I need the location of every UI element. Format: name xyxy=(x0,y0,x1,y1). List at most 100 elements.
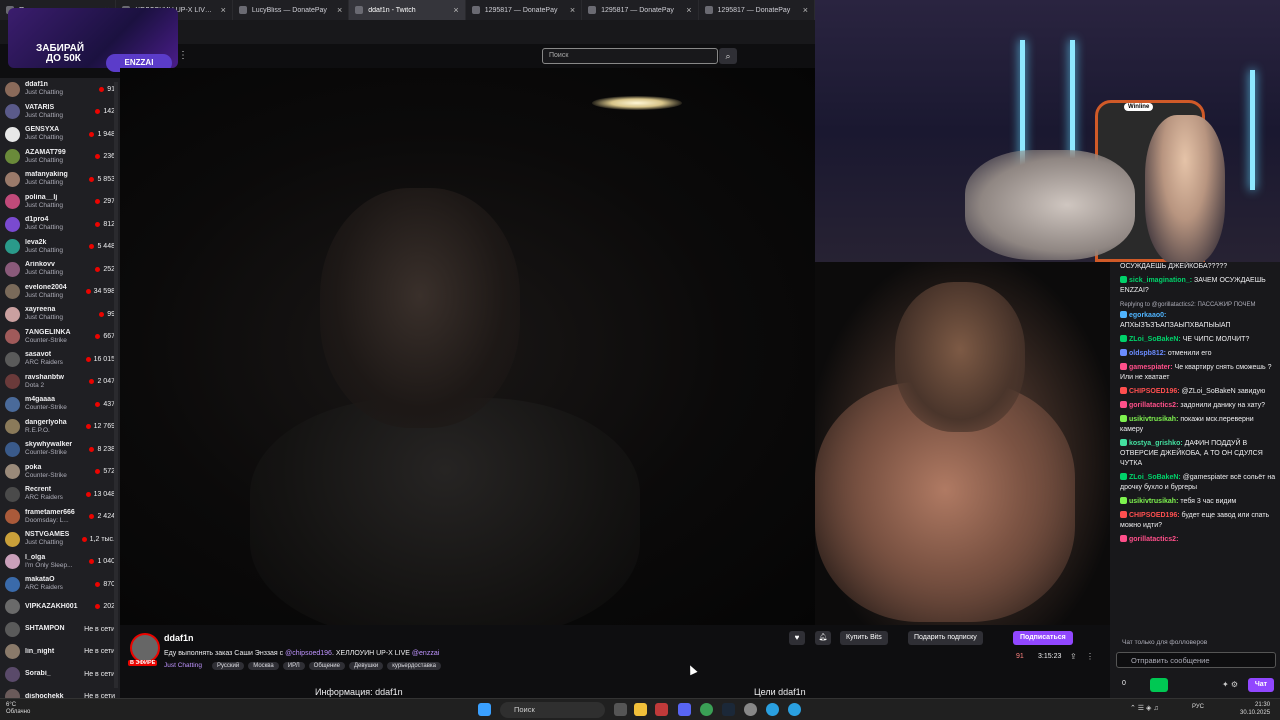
close-tab-icon[interactable]: × xyxy=(803,5,808,15)
sidebar-channel[interactable]: frametamer666 Doomsday: L... 2 424 xyxy=(0,506,120,529)
steam-icon[interactable] xyxy=(722,703,735,716)
sidebar-channel[interactable]: Arinkovv Just Chatting 252 xyxy=(0,258,120,281)
sidebar-channel[interactable]: d1pro4 Just Chatting 812 xyxy=(0,213,120,236)
chat-username[interactable]: ZLoi_SoBakeN: xyxy=(1129,474,1181,481)
chat-username[interactable]: ZLoi_SoBakeN: xyxy=(1129,336,1181,343)
windows-start-icon[interactable] xyxy=(478,703,491,716)
notification-bell-icon[interactable]: 🔔︎ xyxy=(815,631,831,645)
chat-message[interactable]: usikivtrusikah: покажи мск.переверни кам… xyxy=(1120,415,1276,435)
browser-tab[interactable]: 1295817 — DonatePay × xyxy=(699,0,815,20)
chat-message[interactable]: gamespiater: Че квартиру снять сможешь ?… xyxy=(1120,363,1276,383)
system-tray-icons[interactable]: ⌃ ☰ ◈ ♫ xyxy=(1130,704,1159,712)
chat-username[interactable]: usikivtrusikah: xyxy=(1129,498,1178,505)
follow-heart-icon[interactable]: ♥ xyxy=(789,631,805,645)
chrome-icon[interactable] xyxy=(700,703,713,716)
sidebar-channel[interactable]: NSTVGAMES Just Chatting 1,2 тыс. xyxy=(0,528,120,551)
more-menu-icon[interactable]: ⋮ xyxy=(178,50,188,61)
search-icon[interactable]: ⌕ xyxy=(719,48,737,64)
sidebar-channel[interactable]: VIPKAZAKH001 202 xyxy=(0,596,120,619)
chat-message[interactable]: ZLoi_SoBakeN: ЧЕ ЧИПС МОЛЧИТ? xyxy=(1120,335,1276,345)
sidebar-channel[interactable]: l_olga I'm Only Sleep... 1 040 xyxy=(0,551,120,574)
sidebar-channel[interactable]: VATARIS Just Chatting 142 xyxy=(0,101,120,124)
sidebar-channel[interactable]: AZAMAT799 Just Chatting 236 xyxy=(0,146,120,169)
file-explorer-icon[interactable] xyxy=(634,703,647,716)
browser-tab[interactable]: ddaf1n - Twitch × xyxy=(349,0,466,20)
shield-app-icon[interactable] xyxy=(655,703,668,716)
discord-icon[interactable] xyxy=(678,703,691,716)
chat-message[interactable]: kostya_grishko: ДАФИН ПОДДУЙ В ОТВЕРСИЕ … xyxy=(1120,439,1276,469)
close-tab-icon[interactable]: × xyxy=(221,5,226,15)
channel-points[interactable]: 0 xyxy=(1122,680,1126,687)
chat-username[interactable]: sick_imagination_: xyxy=(1129,277,1192,284)
chat-username[interactable]: gorillatactics2: xyxy=(1129,536,1178,543)
chat-username[interactable]: egorkaao0: xyxy=(1129,312,1166,319)
title-mention[interactable]: @enzzai xyxy=(412,650,439,657)
sidebar-channel[interactable]: ravshanbtw Dota 2 2 047 xyxy=(0,371,120,394)
video-player[interactable] xyxy=(120,68,815,625)
chat-message[interactable]: ОСУЖДАЕШЬ ДЖЕЙКОБА????? xyxy=(1120,262,1276,272)
browser-tab[interactable]: 1295817 — DonatePay × xyxy=(582,0,699,20)
stream-tag[interactable]: Девушки xyxy=(348,662,384,670)
chat-input[interactable]: Отправить сообщение xyxy=(1116,652,1276,668)
sidebar-channel[interactable]: GENSYXA Just Chatting 1 948 xyxy=(0,123,120,146)
sidebar-channel[interactable]: xayreena Just Chatting 99 xyxy=(0,303,120,326)
task-view-icon[interactable] xyxy=(614,703,627,716)
stream-tag[interactable]: Общение xyxy=(308,662,345,670)
sidebar-channel[interactable]: poka Counter-Strike 572 xyxy=(0,461,120,484)
sidebar-channel[interactable]: 7ANGELINKA Counter-Strike 667 xyxy=(0,326,120,349)
sidebar-channel[interactable]: mafanyaking Just Chatting 5 853 xyxy=(0,168,120,191)
sidebar-channel[interactable]: evelone2004 Just Chatting 34 598 xyxy=(0,281,120,304)
sidebar-channel[interactable]: dishochekk Не в сети xyxy=(0,686,120,698)
gift-sub-button[interactable]: Подарить подписку xyxy=(908,631,983,645)
stream-tag[interactable]: Русский xyxy=(212,662,245,670)
channel-name[interactable]: ddaf1n xyxy=(164,633,194,643)
chat-message[interactable]: ZLoi_SoBakeN: @gamespiater всё сольёт на… xyxy=(1120,473,1276,493)
chat-username[interactable]: gorillatactics2: xyxy=(1129,402,1178,409)
browser-tab[interactable]: 1295817 — DonatePay × xyxy=(466,0,583,20)
sidebar-channel[interactable]: Recrent ARC Raiders 13 048 xyxy=(0,483,120,506)
chat-username[interactable]: CHIPSOED196: xyxy=(1129,512,1180,519)
chat-username[interactable]: kostya_grishko: xyxy=(1129,440,1183,447)
taskbar-search[interactable]: Поиск xyxy=(500,702,605,718)
chat-send-button[interactable]: Чат xyxy=(1248,678,1274,692)
sidebar-scrollbar[interactable] xyxy=(114,82,118,688)
chat-message[interactable]: CHIPSOED196: @ZLoi_SoBakeN завидую xyxy=(1120,387,1276,397)
chat-message[interactable]: sick_imagination_: ЗАЧЕМ ОСУЖДАЕШЬ ENZZA… xyxy=(1120,276,1276,296)
sidebar-channel[interactable]: dangerlyoha R.E.P.O. 12 769 xyxy=(0,416,120,439)
stream-tag[interactable]: курьердоставка xyxy=(387,662,441,670)
chat-message[interactable]: oldspb812: отменили его xyxy=(1120,349,1276,359)
telegram-icon[interactable] xyxy=(788,703,801,716)
chat-username[interactable]: oldspb812: xyxy=(1129,350,1166,357)
close-tab-icon[interactable]: × xyxy=(337,5,342,15)
buy-bits-button[interactable]: Купить Bits xyxy=(840,631,888,645)
chat-message[interactable]: egorkaao0: АПХЫЗЪЗЪАПЗАЫПХВАПЫЫАП xyxy=(1120,311,1276,331)
chat-message[interactable]: usikivtrusikah: тебя 3 час видим xyxy=(1120,497,1276,507)
channel-points-icon[interactable] xyxy=(1150,678,1168,692)
sidebar-channel[interactable]: leva2k Just Chatting 5 448 xyxy=(0,236,120,259)
close-tab-icon[interactable]: × xyxy=(570,5,575,15)
search-input[interactable]: Поиск xyxy=(542,48,718,64)
browser-tab[interactable]: LucyBliss — DonatePay × xyxy=(233,0,350,20)
chat-message[interactable]: CHIPSOED196: будет еще завод или спать м… xyxy=(1120,511,1276,531)
system-clock[interactable]: 21:30 30.10.2025 xyxy=(1240,701,1270,717)
sidebar-channel[interactable]: polina__lj Just Chatting 297 xyxy=(0,191,120,214)
stream-tag[interactable]: ИРЛ xyxy=(282,662,305,670)
title-mention[interactable]: @chipsoed196 xyxy=(285,650,332,657)
more-options-icon[interactable]: ⋮ xyxy=(1086,652,1094,661)
sidebar-channel[interactable]: skywhywalker Counter-Strike 8 238 xyxy=(0,438,120,461)
promo-banner[interactable]: ЗАБИРАЙ ДО 50К ENZZAI xyxy=(8,8,178,72)
close-tab-icon[interactable]: × xyxy=(686,5,691,15)
app-icon[interactable] xyxy=(744,703,757,716)
chat-message[interactable]: gorillatactics2: задонили данику на хату… xyxy=(1120,401,1276,411)
chat-message[interactable]: gorillatactics2: xyxy=(1120,535,1276,545)
sidebar-channel[interactable]: Sorabi_ Не в сети xyxy=(0,663,120,686)
sidebar-channel[interactable]: makataO ARC Raiders 870 xyxy=(0,573,120,596)
weather-widget[interactable]: 6°C Облачно xyxy=(6,702,30,716)
sidebar-channel[interactable]: lin_night Не в сети xyxy=(0,641,120,664)
sidebar-channel[interactable]: SHTAMPON Не в сети xyxy=(0,618,120,641)
chat-username[interactable]: gamespiater: xyxy=(1129,364,1173,371)
input-language[interactable]: РУС xyxy=(1192,704,1204,710)
chat-username[interactable]: CHIPSOED196: xyxy=(1129,388,1180,395)
close-tab-icon[interactable]: × xyxy=(453,5,458,15)
share-icon[interactable]: ⇪ xyxy=(1070,652,1077,661)
